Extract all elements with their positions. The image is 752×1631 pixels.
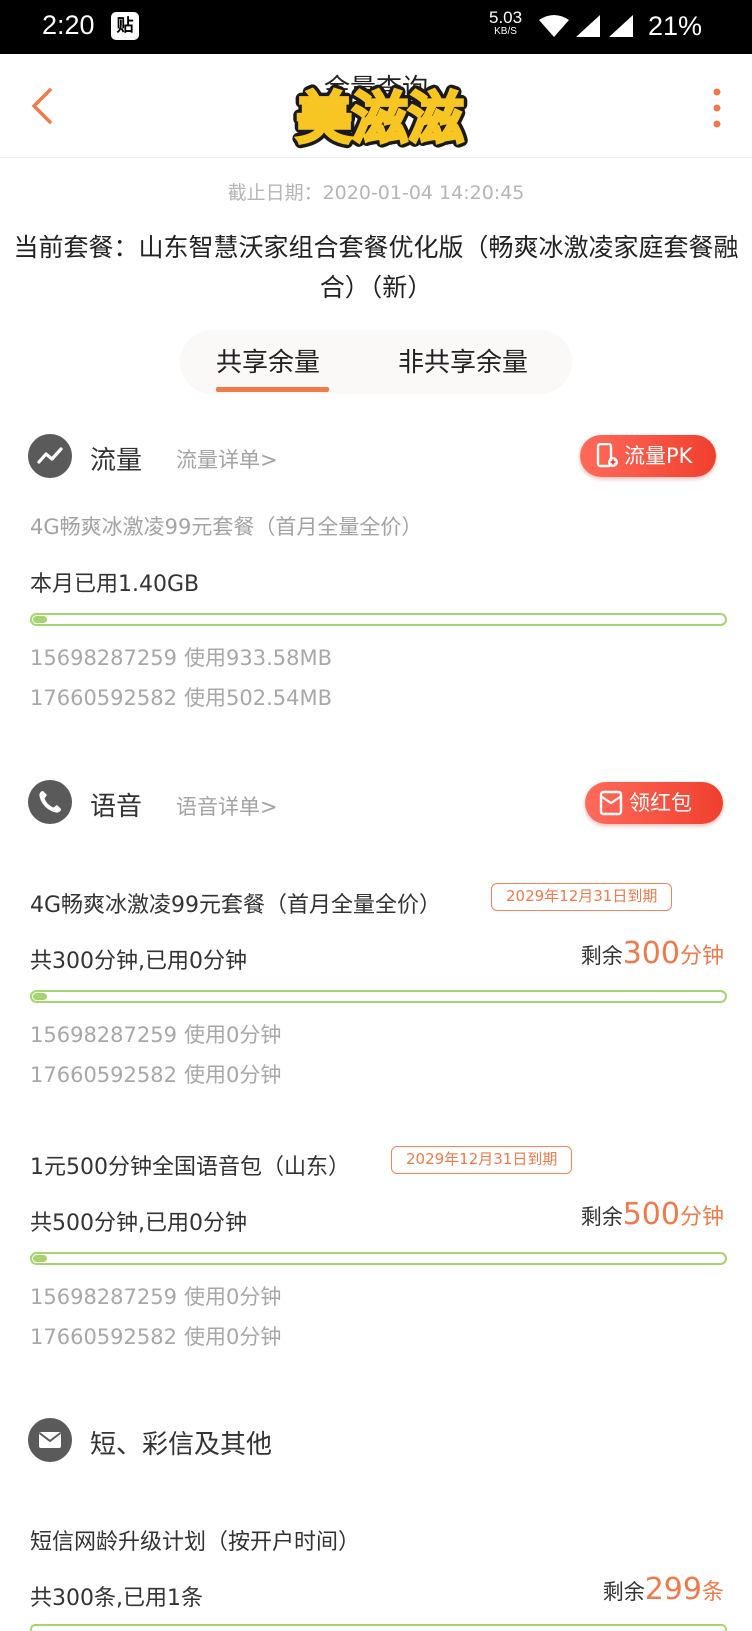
tab-shared[interactable]: 共享余量: [216, 342, 320, 379]
data-line-row: 17660592582 使用502.54MB: [30, 682, 332, 712]
remaining-unit: 分钟: [679, 1205, 724, 1230]
voice-usage: 共300分钟,已用0分钟: [30, 949, 247, 974]
red-packet-label: 领红包: [629, 791, 692, 815]
line-usage: 使用502.54MB: [184, 686, 333, 710]
line-number: 17660592582: [30, 1325, 177, 1349]
trend-icon: [28, 434, 72, 478]
tab-bar: 共享余量 非共享余量: [180, 330, 572, 394]
line-number: 17660592582: [30, 1063, 177, 1087]
data-line-row: 15698287259 使用933.58MB: [30, 642, 332, 672]
sms-remaining: 剩余299条: [603, 1572, 724, 1607]
signal-icon-2: [609, 15, 633, 37]
envelope-icon: [28, 1418, 72, 1462]
sticker-logo: 美滋滋 美滋滋: [291, 82, 469, 157]
data-pk-button[interactable]: 流量PK: [580, 435, 716, 477]
app-header: 余量查询 美滋滋 美滋滋: [0, 54, 752, 158]
line-number: 15698287259: [30, 646, 177, 670]
battery-level: 21%: [648, 11, 703, 41]
line-usage: 使用0分钟: [184, 1023, 282, 1047]
voice-line-row: 17660592582 使用0分钟: [30, 1059, 281, 1089]
red-envelope-icon: [599, 790, 623, 816]
network-speed-unit: KB/S: [494, 26, 517, 37]
sms-section-title: 短、彩信及其他: [90, 1430, 273, 1460]
voice-progress-bar: [30, 990, 727, 1003]
current-plan: 当前套餐：山东智慧沃家组合套餐优化版（畅爽冰激凌家庭套餐融合）（新）: [13, 233, 739, 302]
status-time: 2:20: [42, 10, 95, 40]
voice-package-name: 4G畅爽冰激凌99元套餐（首月全量全价）: [30, 893, 442, 918]
voice-line-row: 15698287259 使用0分钟: [30, 1281, 281, 1311]
line-usage: 使用0分钟: [184, 1325, 282, 1349]
voice-section-title: 语音: [90, 792, 143, 822]
line-usage: 使用0分钟: [184, 1285, 282, 1309]
voice-usage: 共500分钟,已用0分钟: [30, 1211, 247, 1236]
phone-call-icon: [28, 780, 72, 824]
data-progress-bar: [30, 613, 727, 626]
remaining-value: 300: [622, 936, 680, 971]
phone-icon: [596, 443, 618, 468]
line-number: 15698287259: [30, 1023, 177, 1047]
voice-line-row: 15698287259 使用0分钟: [30, 1019, 281, 1049]
network-speed: 5.03 KB/S: [489, 9, 522, 38]
deadline-text: 截止日期：2020-01-04 14:20:45: [227, 182, 525, 204]
voice-progress-fill: [33, 993, 47, 1000]
remaining-unit: 分钟: [679, 944, 724, 969]
voice-progress-fill: [33, 1255, 47, 1262]
status-bar: 2:20 贴 5.03 KB/S 21%: [0, 0, 752, 54]
remaining-label: 剩余: [580, 944, 623, 968]
sticker-logo-outline: 美滋滋: [296, 87, 464, 152]
voice-package-name: 1元500分钟全国语音包（山东）: [30, 1155, 350, 1180]
voice-progress-bar: [30, 1252, 727, 1265]
notification-icon: 贴: [111, 12, 139, 40]
line-usage: 使用0分钟: [184, 1063, 282, 1087]
expiry-badge: 2029年12月31日到期: [391, 1146, 573, 1174]
data-section-title: 流量: [90, 446, 143, 476]
more-options-icon[interactable]: [705, 84, 729, 132]
expiry-badge: 2029年12月31日到期: [491, 883, 673, 911]
sms-usage: 共300条,已用1条: [30, 1586, 203, 1611]
remaining-label: 剩余: [580, 1205, 623, 1229]
voice-remaining: 剩余500分钟: [581, 1197, 724, 1232]
sms-progress-bar: [30, 1624, 727, 1631]
sms-package-name: 短信网龄升级计划（按开户时间）: [30, 1530, 361, 1555]
line-usage: 使用933.58MB: [184, 646, 333, 670]
data-progress-fill: [33, 616, 47, 623]
data-usage: 本月已用1.40GB: [30, 572, 200, 597]
data-detail-link[interactable]: 流量详单>: [176, 444, 278, 474]
voice-detail-link[interactable]: 语音详单>: [176, 791, 278, 821]
voice-line-row: 17660592582 使用0分钟: [30, 1321, 281, 1351]
remaining-unit: 条: [701, 1580, 724, 1605]
network-speed-value: 5.03: [489, 8, 523, 27]
voice-remaining: 剩余300分钟: [581, 936, 724, 971]
red-packet-button[interactable]: 领红包: [585, 782, 723, 824]
data-package-name: 4G畅爽冰激凌99元套餐（首月全量全价）: [30, 515, 423, 539]
line-number: 17660592582: [30, 686, 177, 710]
data-pk-label: 流量PK: [624, 444, 693, 468]
remaining-label: 剩余: [602, 1580, 645, 1604]
remaining-value: 500: [622, 1197, 680, 1232]
wifi-icon: [539, 15, 569, 37]
tab-non-shared[interactable]: 非共享余量: [398, 342, 528, 379]
signal-icon: [576, 15, 600, 37]
line-number: 15698287259: [30, 1285, 177, 1309]
remaining-value: 299: [644, 1572, 702, 1607]
tab-active-indicator: [216, 387, 329, 392]
